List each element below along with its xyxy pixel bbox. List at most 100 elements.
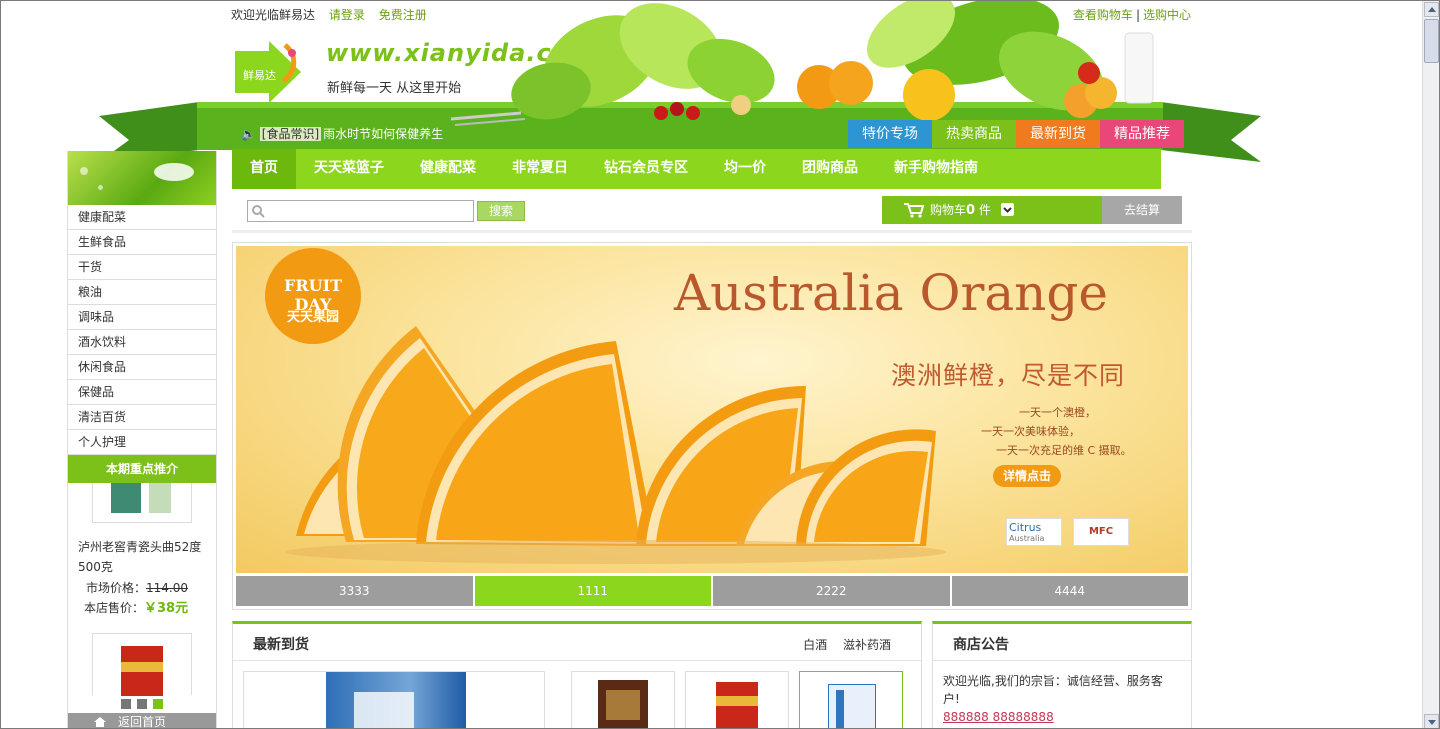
section-title: 最新到货 — [253, 637, 309, 653]
arrivals-link-tonic-wine[interactable]: 滋补药酒 — [843, 638, 891, 652]
sidebar-header-image — [68, 151, 216, 205]
store-notice-section: 商店公告 欢迎光临,我们的宗旨：诚信经营、服务客户! 888888 888888… — [932, 621, 1192, 728]
mfc-badge: MFC — [1073, 518, 1129, 546]
page: 鲜易达 www.xianyida.com 新鲜每一天 从这里开始 🔈 [食品常识… — [0, 0, 1440, 729]
chevron-down-icon — [1003, 207, 1012, 213]
product-card[interactable] — [571, 671, 675, 728]
carousel-dots — [121, 699, 163, 709]
banner-slider: FRUIT DAY 天天果园 Australia Orange 澳洲鲜橙，尽是不… — [232, 242, 1192, 610]
checkout-button[interactable]: 去结算 — [1102, 196, 1182, 224]
featured-title: 本期重点推介 — [68, 455, 216, 483]
banner-subtitle: 澳洲鲜橙，尽是不同 — [891, 361, 1126, 390]
banner-slide-tabs: 3333 1111 2222 4444 — [236, 576, 1188, 606]
banner-line: 一天一次美味体验， — [981, 425, 1080, 438]
arrow-down-icon — [1428, 720, 1436, 725]
cart-dropdown-toggle[interactable] — [1001, 203, 1014, 216]
product-card[interactable] — [243, 671, 545, 728]
category-item[interactable]: 调味品 — [68, 305, 216, 330]
nav-summer[interactable]: 非常夏日 — [494, 149, 586, 189]
promo-tab-new[interactable]: 最新到货 — [1016, 120, 1100, 148]
featured-carousel: 泸州老窖青瓷头曲52度500克 市场价格：114.00 本店售价：￥38元 — [68, 483, 216, 715]
promo-tab-special[interactable]: 特价专场 — [848, 120, 932, 148]
carousel-dot-active[interactable] — [153, 699, 163, 709]
phone-link[interactable]: 888888 88888888 — [943, 710, 1054, 724]
promo-tab-recommend[interactable]: 精品推荐 — [1100, 120, 1184, 148]
home-icon — [94, 717, 106, 727]
back-home-button[interactable]: 返回首页 — [68, 713, 216, 729]
featured-product-image[interactable] — [92, 483, 192, 523]
category-list: 健康配菜 生鲜食品 干货 粮油 调味品 酒水饮料 休闲食品 保健品 清洁百货 个… — [68, 205, 216, 455]
carousel-dot[interactable] — [121, 699, 131, 709]
nav-home[interactable]: 首页 — [232, 149, 296, 189]
header-news-ticker[interactable]: 🔈 [食品常识] 雨水时节如何保健养生 — [241, 125, 443, 142]
slide-tab[interactable]: 4444 — [951, 576, 1188, 606]
scroll-up-button[interactable] — [1424, 2, 1439, 17]
arrivals-category-links: 白酒 滋补药酒 — [791, 636, 891, 653]
carousel-dot[interactable] — [137, 699, 147, 709]
news-tag: [食品常识] — [259, 127, 322, 141]
banner-details-button[interactable]: 详情点击 — [993, 465, 1061, 487]
nav-flat-price[interactable]: 均一价 — [706, 149, 784, 189]
nav-group-buy[interactable]: 团购商品 — [784, 149, 876, 189]
citrus-australia-badge: Citrus Australia — [1006, 518, 1062, 546]
category-item[interactable]: 清洁百货 — [68, 405, 216, 430]
promo-tabs: 特价专场 热卖商品 最新到货 精品推荐 — [848, 120, 1184, 148]
shopping-center-link[interactable]: 选购中心 — [1143, 8, 1191, 22]
featured-product-image[interactable] — [92, 633, 192, 696]
category-item[interactable]: 干货 — [68, 255, 216, 280]
notice-text: 欢迎光临,我们的宗旨：诚信经营、服务客户! — [943, 674, 1163, 706]
nav-daily-basket[interactable]: 天天菜篮子 — [296, 149, 402, 189]
category-item[interactable]: 保健品 — [68, 380, 216, 405]
view-cart-link[interactable]: 查看购物车 — [1073, 8, 1133, 22]
category-item[interactable]: 粮油 — [68, 280, 216, 305]
banner-title: Australia Orange — [674, 264, 1108, 322]
cart-icon — [904, 203, 925, 218]
section-title: 商店公告 — [953, 637, 1009, 653]
scroll-down-button[interactable] — [1424, 714, 1439, 728]
slide-tab[interactable]: 3333 — [236, 576, 473, 606]
product-card-selected[interactable] — [799, 671, 903, 728]
search-button[interactable]: 搜索 — [477, 201, 525, 221]
product-card[interactable] — [685, 671, 789, 728]
back-home-label: 返回首页 — [118, 715, 167, 729]
nav-diamond-member[interactable]: 钻石会员专区 — [586, 149, 706, 189]
fruit-day-logo: FRUIT DAY 天天果园 — [265, 248, 361, 344]
news-text[interactable]: 雨水时节如何保健养生 — [323, 127, 443, 141]
new-arrivals-section: 最新到货 白酒 滋补药酒 — [232, 621, 922, 728]
category-item[interactable]: 酒水饮料 — [68, 330, 216, 355]
register-link[interactable]: 免费注册 — [379, 8, 427, 22]
nav-shopping-guide[interactable]: 新手购物指南 — [876, 149, 996, 189]
arrow-up-icon — [1428, 7, 1436, 12]
top-bar: 欢迎光临鲜易达 请登录 免费注册 查看购物车 | 选购中心 — [231, 6, 1191, 22]
cart-label: 购物车 — [930, 203, 967, 217]
login-link[interactable]: 请登录 — [329, 8, 365, 22]
category-item[interactable]: 个人护理 — [68, 430, 216, 455]
featured-product-name[interactable]: 泸州老窖青瓷头曲52度500克 — [78, 537, 210, 577]
cart-count: 0 — [966, 203, 976, 218]
banner-slide[interactable]: FRUIT DAY 天天果园 Australia Orange 澳洲鲜橙，尽是不… — [236, 246, 1188, 573]
category-item[interactable]: 生鲜食品 — [68, 230, 216, 255]
main-nav: 首页 天天菜篮子 健康配菜 非常夏日 钻石会员专区 均一价 团购商品 新手购物指… — [232, 149, 1161, 189]
search-icon — [252, 205, 265, 218]
search-input[interactable] — [247, 200, 474, 222]
topbar-separator: | — [1135, 8, 1140, 22]
banner-line: 一天一个澳橙， — [1019, 406, 1096, 419]
nav-healthy-sides[interactable]: 健康配菜 — [402, 149, 494, 189]
site-header: 鲜易达 www.xianyida.com 新鲜每一天 从这里开始 🔈 [食品常识… — [1, 1, 1439, 162]
cart-unit: 件 — [978, 203, 991, 217]
speaker-icon: 🔈 — [241, 127, 260, 141]
welcome-text: 欢迎光临鲜易达 — [231, 8, 316, 22]
scroll-thumb[interactable] — [1424, 19, 1439, 63]
slide-tab-active[interactable]: 1111 — [474, 576, 711, 606]
vertical-scrollbar[interactable] — [1422, 1, 1439, 728]
featured-market-price: 市场价格：114.00 — [86, 581, 189, 595]
slide-tab[interactable]: 2222 — [713, 576, 950, 606]
featured-store-price: 本店售价：￥38元 — [84, 601, 189, 616]
category-item[interactable]: 休闲食品 — [68, 355, 216, 380]
arrivals-link-baijiu[interactable]: 白酒 — [803, 638, 827, 652]
promo-tab-hot[interactable]: 热卖商品 — [932, 120, 1016, 148]
divider — [232, 230, 1192, 233]
category-item[interactable]: 健康配菜 — [68, 205, 216, 230]
banner-line: 一天一次充足的维 C 摄取。 — [996, 444, 1132, 457]
logo-text: 鲜易达 — [243, 69, 276, 82]
